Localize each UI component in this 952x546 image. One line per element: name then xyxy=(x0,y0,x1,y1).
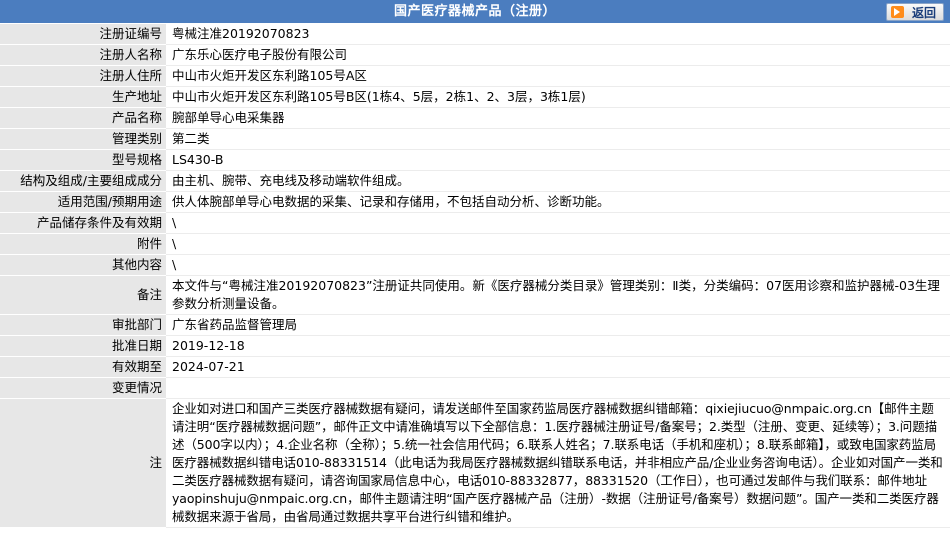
field-value: 第二类 xyxy=(166,128,950,150)
field-label: 结构及组成/主要组成成分 xyxy=(0,170,166,192)
field-value: \ xyxy=(166,254,950,276)
field-label: 其他内容 xyxy=(0,254,166,276)
row-structure-composition: 结构及组成/主要组成成分 由主机、腕带、充电线及移动端软件组成。 xyxy=(0,170,950,192)
back-button-label: 返回 xyxy=(912,5,937,20)
note-label: 注 xyxy=(0,398,166,528)
field-value: 本文件与“粤械注准20192070823”注册证共同使用。新《医疗器械分类目录》… xyxy=(166,275,950,315)
row-approval-date: 批准日期 2019-12-18 xyxy=(0,335,950,357)
field-label: 批准日期 xyxy=(0,335,166,357)
field-label: 产品名称 xyxy=(0,107,166,129)
field-value: 中山市火炬开发区东利路105号A区 xyxy=(166,65,950,87)
row-product-name: 产品名称 腕部单导心电采集器 xyxy=(0,107,950,129)
field-label: 注册人名称 xyxy=(0,44,166,66)
row-management-category: 管理类别 第二类 xyxy=(0,128,950,150)
field-label: 变更情况 xyxy=(0,377,166,399)
field-value: 腕部单导心电采集器 xyxy=(166,107,950,129)
field-label: 适用范围/预期用途 xyxy=(0,191,166,213)
row-intended-use: 适用范围/预期用途 供人体腕部单导心电数据的采集、记录和存储用，不包括自动分析、… xyxy=(0,191,950,213)
field-label: 审批部门 xyxy=(0,314,166,336)
field-value: 由主机、腕带、充电线及移动端软件组成。 xyxy=(166,170,950,192)
row-registration-number: 注册证编号 粤械注准20192070823 xyxy=(0,24,950,45)
field-value: 粤械注准20192070823 xyxy=(166,24,950,45)
field-value: 广东乐心医疗电子股份有限公司 xyxy=(166,44,950,66)
row-other-content: 其他内容 \ xyxy=(0,254,950,276)
field-label: 注册人住所 xyxy=(0,65,166,87)
row-remarks: 备注 本文件与“粤械注准20192070823”注册证共同使用。新《医疗器械分类… xyxy=(0,275,950,315)
page-title: 国产医疗器械产品（注册） xyxy=(393,4,556,19)
row-note: 注 企业如对进口和国产三类医疗器械数据有疑问，请发送邮件至国家药监局医疗器械数据… xyxy=(0,398,950,528)
row-production-address: 生产地址 中山市火炬开发区东利路105号B区(1栋4、5层，2栋1、2、3层，3… xyxy=(0,86,950,108)
field-value: 广东省药品监督管理局 xyxy=(166,314,950,336)
registration-detail-table: 注册证编号 粤械注准20192070823 注册人名称 广东乐心医疗电子股份有限… xyxy=(0,24,950,528)
field-value: 中山市火炬开发区东利路105号B区(1栋4、5层，2栋1、2、3层，3栋1层) xyxy=(166,86,950,108)
field-label: 管理类别 xyxy=(0,128,166,150)
field-value: 供人体腕部单导心电数据的采集、记录和存储用，不包括自动分析、诊断功能。 xyxy=(166,191,950,213)
field-label: 备注 xyxy=(0,275,166,315)
field-label: 附件 xyxy=(0,233,166,255)
row-attachments: 附件 \ xyxy=(0,233,950,255)
field-label: 型号规格 xyxy=(0,149,166,171)
row-change-history: 变更情况 xyxy=(0,377,950,399)
field-value: LS430-B xyxy=(166,149,950,171)
field-label: 有效期至 xyxy=(0,356,166,378)
row-valid-until: 有效期至 2024-07-21 xyxy=(0,356,950,378)
page-header: 国产医疗器械产品（注册） 返回 xyxy=(0,0,950,23)
row-registrant-address: 注册人住所 中山市火炬开发区东利路105号A区 xyxy=(0,65,950,87)
row-approval-department: 审批部门 广东省药品监督管理局 xyxy=(0,314,950,336)
field-value xyxy=(166,377,950,399)
row-model-spec: 型号规格 LS430-B xyxy=(0,149,950,171)
field-label: 生产地址 xyxy=(0,86,166,108)
field-value: 2024-07-21 xyxy=(166,356,950,378)
field-label: 注册证编号 xyxy=(0,24,166,45)
note-text: 企业如对进口和国产三类医疗器械数据有疑问，请发送邮件至国家药监局医疗器械数据纠错… xyxy=(166,398,950,528)
field-label: 产品储存条件及有效期 xyxy=(0,212,166,234)
back-arrow-icon xyxy=(891,6,904,18)
field-value: 2019-12-18 xyxy=(166,335,950,357)
field-value: \ xyxy=(166,212,950,234)
row-storage-validity: 产品储存条件及有效期 \ xyxy=(0,212,950,234)
back-button[interactable]: 返回 xyxy=(886,3,944,21)
row-registrant-name: 注册人名称 广东乐心医疗电子股份有限公司 xyxy=(0,44,950,66)
field-value: \ xyxy=(166,233,950,255)
